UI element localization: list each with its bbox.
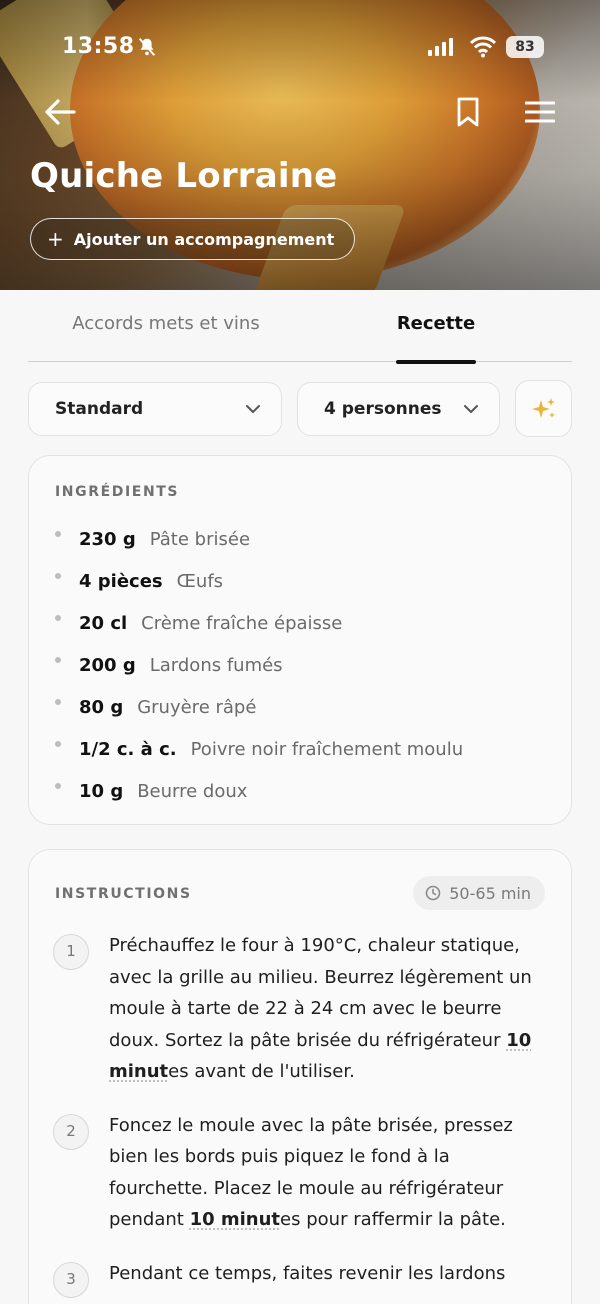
ingredient-quantity: 10 g	[79, 781, 123, 802]
tab-recipe[interactable]: Recette	[396, 290, 476, 362]
ingredient-item: 200 g Lardons fumés	[55, 644, 463, 686]
bookmark-button[interactable]	[448, 92, 488, 132]
ingredient-name: Œufs	[177, 571, 223, 592]
instructions-card: INSTRUCTIONS 50-65 min 1 Préchauffez le …	[28, 849, 572, 1304]
ingredient-item: 20 cl Crème fraîche épaisse	[55, 602, 463, 644]
ai-assist-button[interactable]	[515, 380, 572, 437]
level-select[interactable]: Standard	[28, 382, 282, 436]
status-bar: 13:58 83	[0, 30, 600, 66]
ingredient-name: Gruyère râpé	[137, 697, 256, 718]
ingredient-quantity: 230 g	[79, 529, 136, 550]
hamburger-menu-icon	[525, 100, 555, 124]
ingredient-quantity: 1/2 c. à c.	[79, 739, 177, 760]
active-tab-indicator	[396, 360, 476, 364]
level-select-value: Standard	[55, 399, 143, 419]
battery-indicator: 83	[506, 36, 544, 58]
tab-bar: Accords mets et vins Recette	[28, 290, 572, 362]
signal-icon	[428, 38, 454, 56]
arrow-left-icon	[44, 98, 76, 126]
step-text-end: es pour raffermir la pâte.	[280, 1209, 506, 1230]
instruction-step: 3 Pendant ce temps, faites revenir les l…	[53, 1258, 553, 1290]
tab-food-wine-pairings[interactable]: Accords mets et vins	[56, 290, 276, 362]
ingredient-item: 80 g Gruyère râpé	[55, 686, 463, 728]
ingredient-name: Beurre doux	[137, 781, 247, 802]
back-button[interactable]	[40, 92, 80, 132]
bookmark-icon	[456, 97, 480, 127]
add-side-dish-button[interactable]: + Ajouter un accompagnement	[30, 218, 355, 260]
instruction-step: 1 Préchauffez le four à 190°C, chaleur s…	[53, 930, 553, 1088]
bullet-icon	[55, 531, 61, 537]
ingredient-quantity: 20 cl	[79, 613, 127, 634]
step-text-end: es avant de l'utiliser.	[168, 1061, 355, 1082]
duration-value: 50-65 min	[449, 884, 531, 903]
bullet-icon	[55, 573, 61, 579]
ingredient-item: 10 g Beurre doux	[55, 770, 463, 812]
ingredients-card: INGRÉDIENTS 230 g Pâte brisée 4 pièces Œ…	[28, 455, 572, 825]
sparkles-icon	[531, 396, 557, 422]
step-text: Préchauffez le four à 190°C, chaleur sta…	[109, 935, 532, 1051]
instructions-heading: INSTRUCTIONS	[55, 886, 192, 902]
ingredient-name: Lardons fumés	[150, 655, 283, 676]
chevron-down-icon	[463, 404, 479, 414]
ingredient-quantity: 80 g	[79, 697, 123, 718]
ingredient-item: 1/2 c. à c. Poivre noir fraîchement moul…	[55, 728, 463, 770]
ingredient-item: 230 g Pâte brisée	[55, 518, 463, 560]
bullet-icon	[55, 783, 61, 789]
servings-select[interactable]: 4 personnes	[297, 382, 500, 436]
ingredient-quantity: 200 g	[79, 655, 136, 676]
ingredients-heading: INGRÉDIENTS	[55, 484, 179, 500]
add-side-dish-label: Ajouter un accompagnement	[74, 230, 335, 249]
step-timer-highlight[interactable]: 10 minut	[190, 1209, 280, 1230]
ingredient-quantity: 4 pièces	[79, 571, 163, 592]
step-text: Pendant ce temps, faites revenir les lar…	[109, 1263, 505, 1284]
tab-recipe-label: Recette	[397, 313, 475, 334]
ingredient-item: 4 pièces Œufs	[55, 560, 463, 602]
bullet-icon	[55, 699, 61, 705]
plus-icon: +	[47, 229, 64, 249]
status-time: 13:58	[62, 34, 135, 59]
duration-badge: 50-65 min	[413, 876, 545, 910]
ingredients-list: 230 g Pâte brisée 4 pièces Œufs 20 cl Cr…	[55, 518, 463, 812]
ingredient-name: Poivre noir fraîchement moulu	[191, 739, 464, 760]
bullet-icon	[55, 657, 61, 663]
hero-image: 13:58 83 Quiche Lorraine + Ajouter un ac…	[0, 0, 600, 290]
step-number: 1	[53, 934, 89, 970]
step-number: 2	[53, 1114, 89, 1150]
instruction-steps: 1 Préchauffez le four à 190°C, chaleur s…	[53, 930, 553, 1304]
recipe-title: Quiche Lorraine	[30, 156, 337, 196]
bullet-icon	[55, 615, 61, 621]
servings-select-value: 4 personnes	[324, 399, 441, 419]
ingredient-name: Pâte brisée	[150, 529, 250, 550]
clock-icon	[425, 885, 441, 901]
chevron-down-icon	[245, 404, 261, 414]
instruction-step: 2 Foncez le moule avec la pâte brisée, p…	[53, 1110, 553, 1236]
step-number: 3	[53, 1262, 89, 1298]
wifi-icon	[470, 36, 496, 58]
bullet-icon	[55, 741, 61, 747]
ingredient-name: Crème fraîche épaisse	[141, 613, 342, 634]
menu-button[interactable]	[520, 92, 560, 132]
muted-bell-icon	[136, 36, 158, 58]
